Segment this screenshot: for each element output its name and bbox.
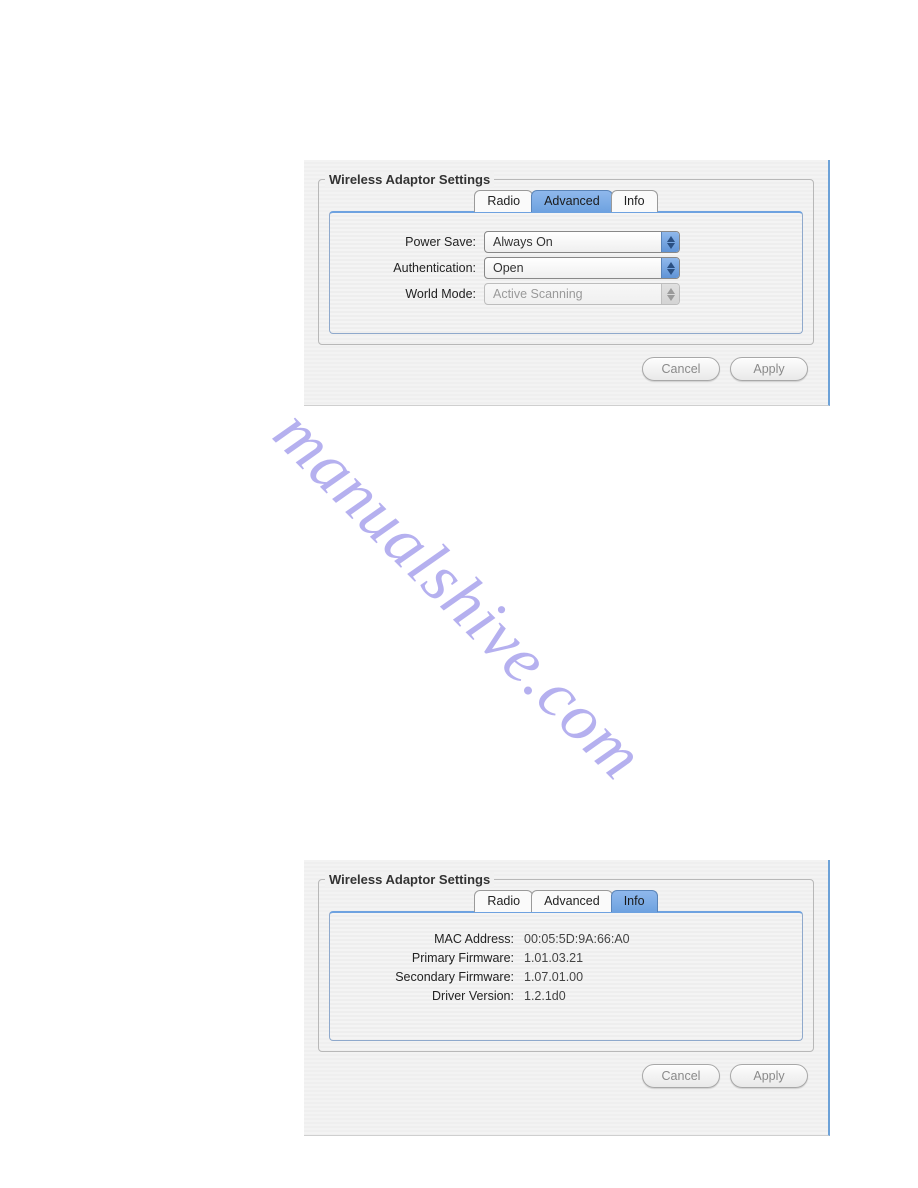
label-primary-firmware: Primary Firmware: <box>348 951 524 965</box>
group-title: Wireless Adaptor Settings <box>325 172 494 187</box>
tab-pane-advanced: Power Save: Always On Authentication: Op… <box>329 211 803 334</box>
tab-advanced[interactable]: Advanced <box>531 890 613 912</box>
label-secondary-firmware: Secondary Firmware: <box>348 970 524 984</box>
select-authentication-value: Open <box>493 261 524 275</box>
row-secondary-firmware: Secondary Firmware: 1.07.01.00 <box>348 970 784 984</box>
value-driver-version: 1.2.1d0 <box>524 989 566 1003</box>
button-row: Cancel Apply <box>318 1064 814 1088</box>
select-world-mode-value: Active Scanning <box>493 287 583 301</box>
row-driver-version: Driver Version: 1.2.1d0 <box>348 989 784 1003</box>
wireless-settings-group: Wireless Adaptor Settings Radio Advanced… <box>318 172 814 345</box>
select-authentication[interactable]: Open <box>484 257 680 279</box>
row-primary-firmware: Primary Firmware: 1.01.03.21 <box>348 951 784 965</box>
select-world-mode: Active Scanning <box>484 283 680 305</box>
tab-bar: Radio Advanced Info <box>319 189 813 211</box>
watermark-text: manualshive.com <box>258 393 660 795</box>
cancel-button[interactable]: Cancel <box>642 357 720 381</box>
select-power-save-value: Always On <box>493 235 553 249</box>
value-secondary-firmware: 1.07.01.00 <box>524 970 583 984</box>
value-primary-firmware: 1.01.03.21 <box>524 951 583 965</box>
button-row: Cancel Apply <box>318 357 814 381</box>
stepper-icon <box>661 284 679 304</box>
row-world-mode: World Mode: Active Scanning <box>348 283 784 305</box>
tab-bar: Radio Advanced Info <box>319 889 813 911</box>
row-mac-address: MAC Address: 00:05:5D:9A:66:A0 <box>348 932 784 946</box>
settings-panel-info: Wireless Adaptor Settings Radio Advanced… <box>304 860 830 1136</box>
value-mac-address: 00:05:5D:9A:66:A0 <box>524 932 630 946</box>
tab-radio[interactable]: Radio <box>474 190 533 212</box>
tab-info[interactable]: Info <box>611 890 658 912</box>
tab-advanced[interactable]: Advanced <box>531 190 613 212</box>
stepper-icon <box>661 232 679 252</box>
label-authentication: Authentication: <box>348 261 484 275</box>
settings-panel-advanced: Wireless Adaptor Settings Radio Advanced… <box>304 160 830 406</box>
stepper-icon <box>661 258 679 278</box>
group-title: Wireless Adaptor Settings <box>325 872 494 887</box>
label-mac-address: MAC Address: <box>348 932 524 946</box>
apply-button[interactable]: Apply <box>730 1064 808 1088</box>
apply-button[interactable]: Apply <box>730 357 808 381</box>
label-driver-version: Driver Version: <box>348 989 524 1003</box>
tab-radio[interactable]: Radio <box>474 890 533 912</box>
label-power-save: Power Save: <box>348 235 484 249</box>
tab-info[interactable]: Info <box>611 190 658 212</box>
tab-pane-info: MAC Address: 00:05:5D:9A:66:A0 Primary F… <box>329 911 803 1041</box>
wireless-settings-group: Wireless Adaptor Settings Radio Advanced… <box>318 872 814 1052</box>
cancel-button[interactable]: Cancel <box>642 1064 720 1088</box>
label-world-mode: World Mode: <box>348 287 484 301</box>
row-power-save: Power Save: Always On <box>348 231 784 253</box>
row-authentication: Authentication: Open <box>348 257 784 279</box>
select-power-save[interactable]: Always On <box>484 231 680 253</box>
